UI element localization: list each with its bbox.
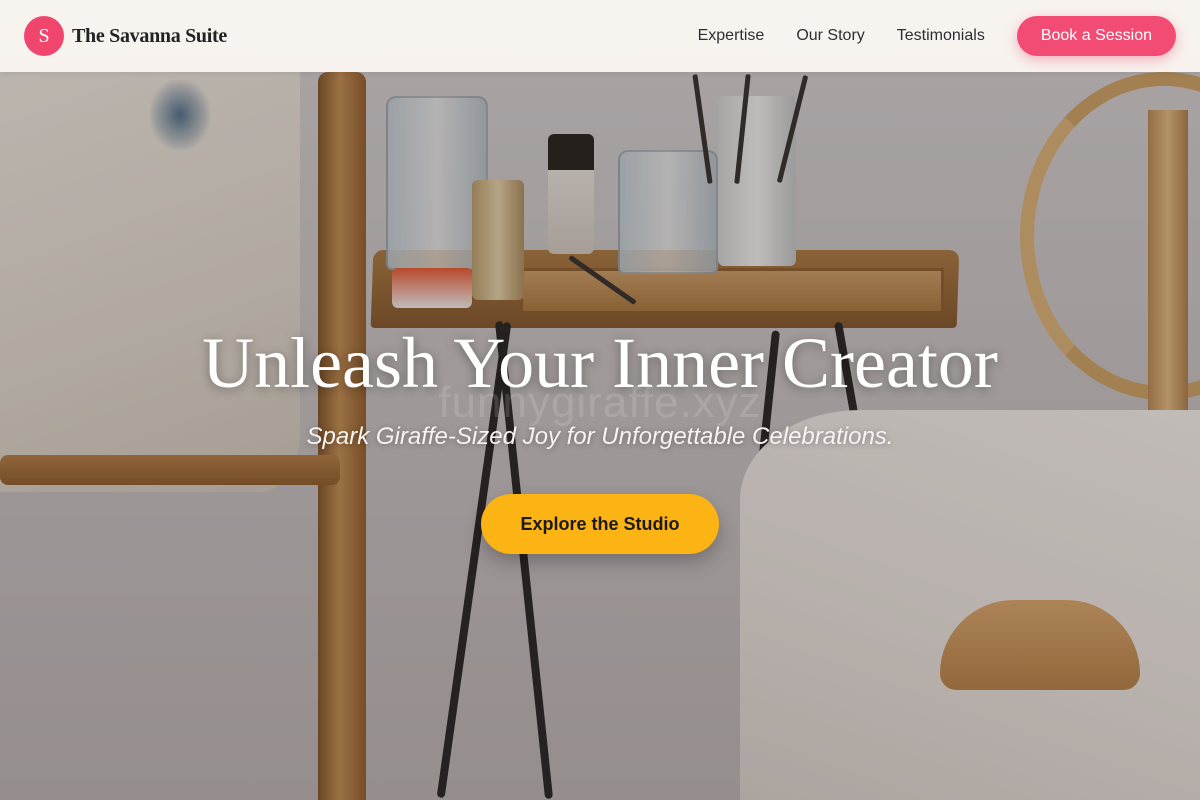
page: S The Savanna Suite Expertise Our Story … (0, 0, 1200, 800)
hero-subtitle: Spark Giraffe-Sized Joy for Unforgettabl… (306, 423, 894, 450)
brand-name: The Savanna Suite (72, 24, 227, 47)
nav-link-testimonials[interactable]: Testimonials (897, 27, 985, 45)
nav-link-expertise[interactable]: Expertise (698, 27, 765, 45)
book-a-session-button[interactable]: Book a Session (1016, 16, 1176, 56)
hero-title: Unleash Your Inner Creator (202, 323, 998, 403)
primary-nav: Expertise Our Story Testimonials (698, 27, 985, 45)
top-navigation-bar: S The Savanna Suite Expertise Our Story … (0, 0, 1200, 72)
letter-s-logo-icon: S (24, 16, 64, 56)
brand-home-link[interactable]: S The Savanna Suite (24, 16, 227, 56)
nav-link-our-story[interactable]: Our Story (796, 27, 864, 45)
hero-section: funnygiraffe.xyz Unleash Your Inner Crea… (0, 72, 1200, 800)
explore-the-studio-button[interactable]: Explore the Studio (481, 494, 719, 554)
